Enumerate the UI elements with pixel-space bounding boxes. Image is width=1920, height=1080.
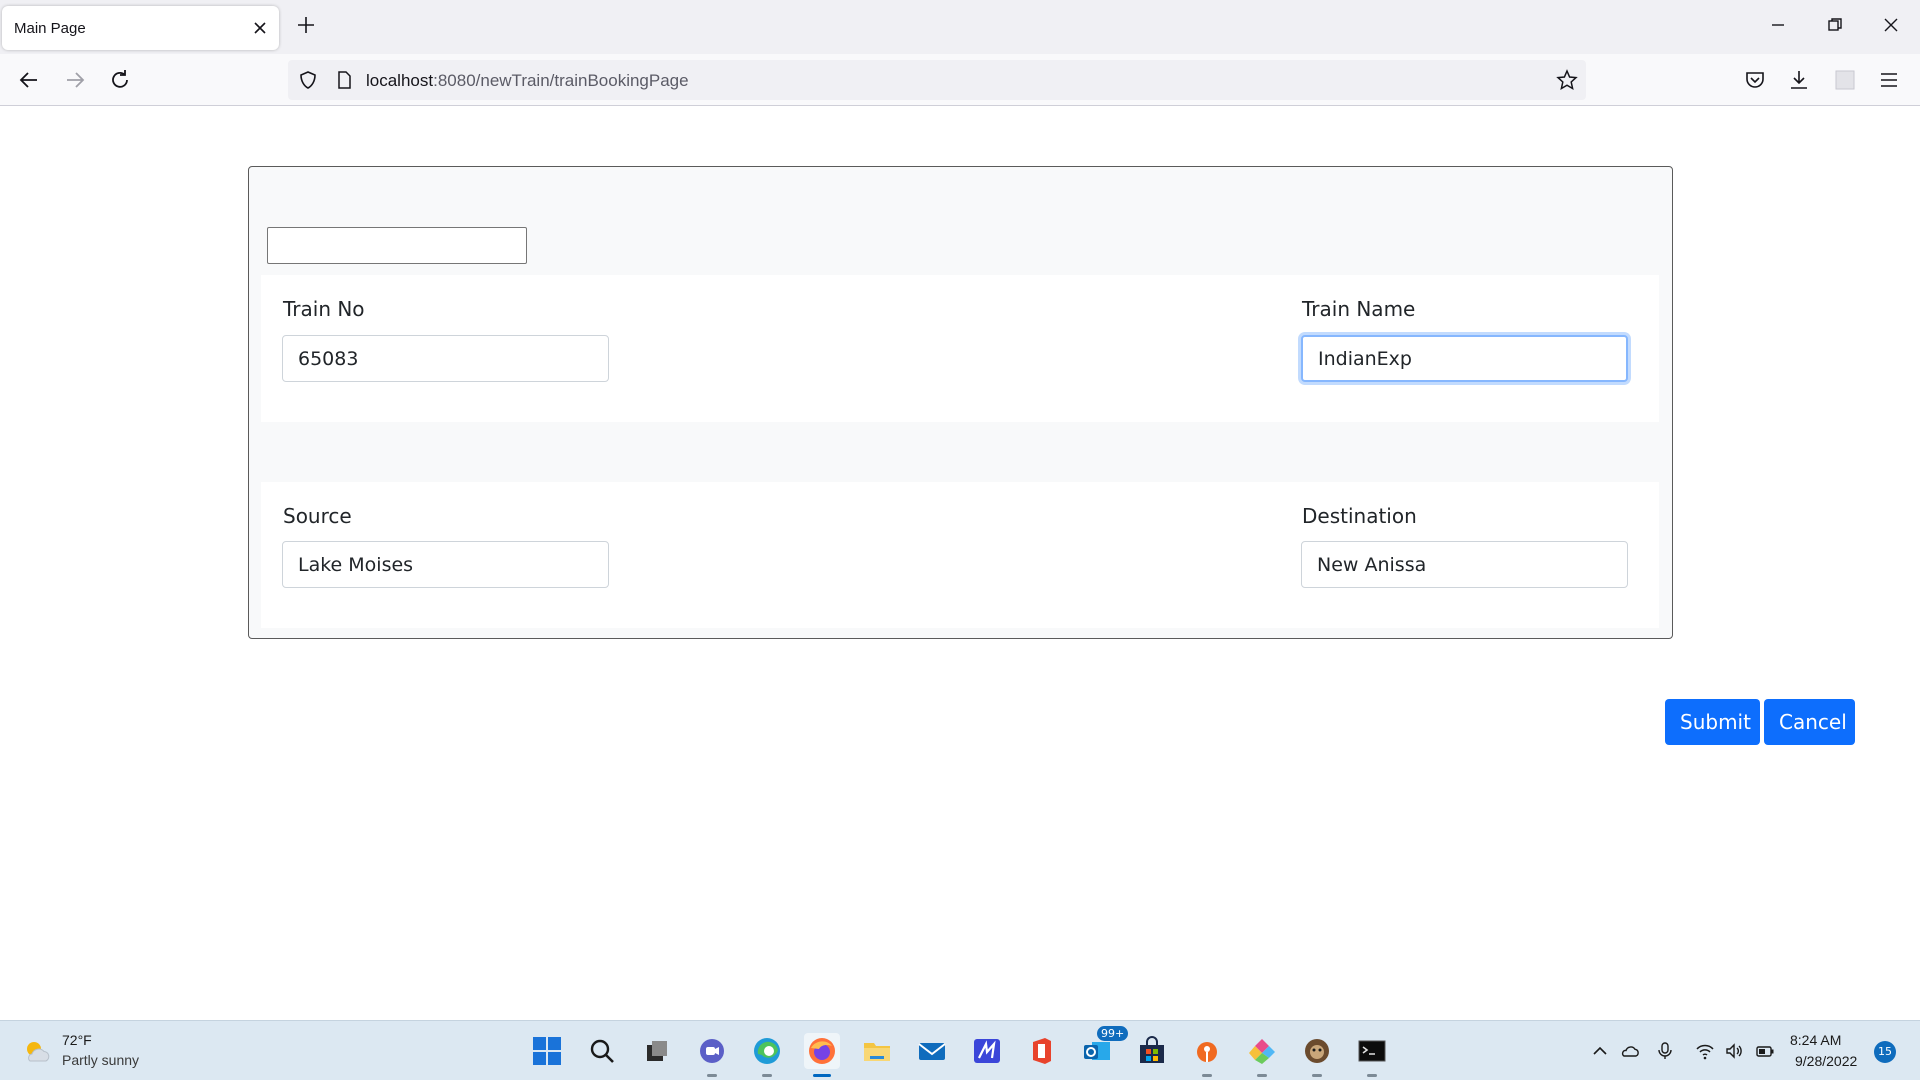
- close-window-icon[interactable]: [1880, 14, 1902, 36]
- colorful-app-icon: [1249, 1039, 1275, 1064]
- url-path: :8080/newTrain/trainBookingPage: [433, 71, 689, 90]
- taskbar-edge[interactable]: [749, 1033, 785, 1077]
- menu-icon[interactable]: [1877, 68, 1901, 92]
- edge-icon: [754, 1038, 780, 1064]
- outlook-badge: 99+: [1097, 1026, 1129, 1041]
- taskbar-app-m[interactable]: [969, 1033, 1005, 1069]
- address-bar[interactable]: localhost:8080/newTrain/trainBookingPage: [288, 60, 1586, 100]
- taskbar-mail[interactable]: [914, 1033, 950, 1069]
- animal-app-icon: [1305, 1039, 1329, 1063]
- partly-sunny-icon: [27, 1042, 50, 1062]
- task-view-icon: [647, 1041, 667, 1061]
- navigation-toolbar: localhost:8080/newTrain/trainBookingPage: [0, 54, 1920, 106]
- forward-icon[interactable]: [63, 68, 87, 92]
- office-icon: [1033, 1038, 1051, 1064]
- taskbar-search[interactable]: [584, 1033, 620, 1069]
- destination-input[interactable]: [1301, 541, 1628, 588]
- app-m-icon: [974, 1039, 1000, 1063]
- task-view-button[interactable]: [639, 1033, 675, 1069]
- train-name-label: Train Name: [1302, 297, 1416, 321]
- folder-icon: [864, 1043, 890, 1061]
- windows-taskbar: 72°F Partly sunny 99+ 8:24 AM 9/28/2022 …: [0, 1020, 1920, 1080]
- tab-main-page[interactable]: Main Page: [2, 6, 279, 50]
- back-icon[interactable]: [17, 68, 41, 92]
- taskbar-app-colorful[interactable]: [1244, 1033, 1280, 1077]
- close-tab-icon[interactable]: [251, 19, 269, 37]
- wifi-icon[interactable]: [1695, 1041, 1715, 1061]
- train-no-input[interactable]: [282, 335, 609, 382]
- destination-label: Destination: [1302, 504, 1417, 528]
- source-label: Source: [283, 504, 352, 528]
- new-tab-icon[interactable]: [295, 14, 317, 36]
- submit-button[interactable]: Submit: [1665, 699, 1760, 745]
- minimize-icon[interactable]: [1767, 14, 1789, 36]
- downloads-icon[interactable]: [1787, 68, 1811, 92]
- battery-icon[interactable]: [1755, 1041, 1775, 1061]
- taskbar-file-explorer[interactable]: [859, 1033, 895, 1069]
- microphone-icon[interactable]: [1655, 1041, 1675, 1061]
- terminal-icon: [1358, 1040, 1386, 1062]
- chat-icon: [700, 1039, 724, 1063]
- running-indicator: [1312, 1074, 1322, 1077]
- volume-icon[interactable]: [1724, 1041, 1744, 1061]
- taskbar-app-animal[interactable]: [1299, 1033, 1335, 1077]
- train-booking-card: Train No Train Name Source Destination: [248, 166, 1673, 639]
- route-info-row: Source Destination: [261, 482, 1659, 628]
- search-input[interactable]: [267, 227, 527, 264]
- active-indicator: [813, 1074, 831, 1077]
- page-info-icon[interactable]: [334, 70, 354, 90]
- taskbar-firefox[interactable]: [804, 1033, 840, 1077]
- taskbar-app-orange[interactable]: [1189, 1033, 1225, 1077]
- bookmark-star-icon[interactable]: [1556, 69, 1578, 91]
- url-host: localhost: [366, 71, 434, 90]
- tab-strip: Main Page: [0, 0, 1920, 54]
- clock-date[interactable]: 9/28/2022: [1795, 1053, 1857, 1069]
- taskbar-chat[interactable]: [694, 1033, 730, 1077]
- running-indicator: [1202, 1074, 1212, 1077]
- restore-icon[interactable]: [1824, 14, 1846, 36]
- running-indicator: [762, 1074, 772, 1077]
- train-info-row: Train No Train Name: [261, 275, 1659, 422]
- onedrive-cloud-icon[interactable]: [1620, 1041, 1640, 1061]
- tab-title: Main Page: [14, 20, 86, 37]
- notification-count-badge[interactable]: 15: [1874, 1041, 1896, 1063]
- running-indicator: [1367, 1074, 1377, 1077]
- train-no-label: Train No: [283, 297, 365, 321]
- running-indicator: [1257, 1074, 1267, 1077]
- clock-time[interactable]: 8:24 AM: [1790, 1032, 1841, 1048]
- store-icon: [1140, 1036, 1164, 1063]
- running-indicator: [707, 1074, 717, 1077]
- cancel-button[interactable]: Cancel: [1764, 699, 1855, 745]
- chevron-up-icon[interactable]: [1590, 1041, 1610, 1061]
- windows-logo-icon: [533, 1037, 561, 1065]
- taskbar-terminal[interactable]: [1354, 1033, 1390, 1077]
- taskbar-outlook[interactable]: 99+: [1079, 1026, 1129, 1069]
- reload-icon[interactable]: [108, 68, 132, 92]
- taskbar-office[interactable]: [1024, 1033, 1060, 1069]
- weather-description: Partly sunny: [62, 1052, 140, 1068]
- source-input[interactable]: [282, 541, 609, 588]
- extension-icon[interactable]: [1833, 68, 1857, 92]
- mail-icon: [918, 1043, 946, 1060]
- train-name-input[interactable]: [1301, 335, 1628, 382]
- start-button[interactable]: [529, 1033, 565, 1069]
- weather-temperature: 72°F: [62, 1032, 92, 1048]
- url-text[interactable]: localhost:8080/newTrain/trainBookingPage: [366, 71, 689, 91]
- pocket-icon[interactable]: [1743, 68, 1767, 92]
- firefox-icon: [809, 1038, 835, 1064]
- taskbar-store[interactable]: [1134, 1033, 1170, 1069]
- search-icon: [590, 1039, 614, 1063]
- orange-app-icon: [1197, 1042, 1217, 1062]
- tracking-protection-shield-icon[interactable]: [298, 70, 318, 90]
